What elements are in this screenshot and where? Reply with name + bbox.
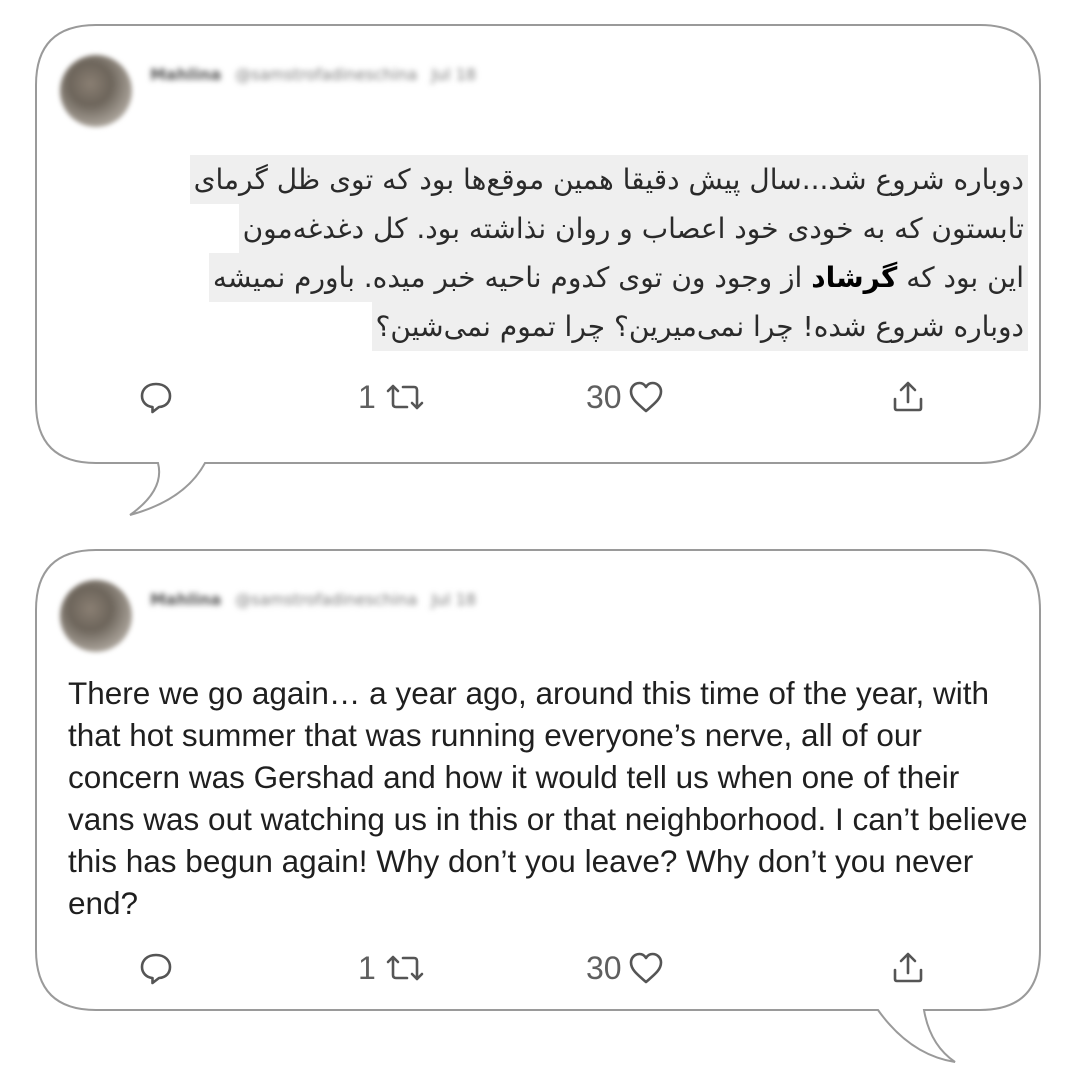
reply-button[interactable] — [136, 946, 176, 990]
retweet-count: 1 — [358, 378, 376, 415]
like-button[interactable]: 30 — [586, 375, 666, 419]
tweet-time: Jul 18 — [431, 590, 477, 609]
heart-icon — [629, 381, 662, 413]
like-count: 30 — [586, 949, 622, 986]
tweet-header: Mahlina @samstrofadineschina Jul 18 — [150, 590, 476, 609]
retweet-count: 1 — [358, 949, 376, 986]
author-handle: @samstrofadineschina — [235, 590, 418, 609]
gershad-keyword: گرشاد — [811, 261, 898, 294]
author-name: Mahlina — [150, 590, 222, 609]
share-icon — [893, 952, 923, 983]
reply-button[interactable] — [136, 375, 176, 419]
tweet-text-line: دوباره شروع شده! چرا نمی‌میرین؟ چرا تموم… — [371, 302, 1028, 351]
tweet-text: There we go again… a year ago, around th… — [68, 675, 1028, 921]
tweet-time: Jul 18 — [431, 65, 477, 84]
retweet-icon — [386, 384, 424, 410]
share-button[interactable] — [888, 946, 928, 990]
tweet-text: دوباره شروع شد...سال پیش دقیقا همین موقع… — [48, 155, 1028, 351]
speech-bubble-canvas: Mahlina @samstrofadineschina Jul 18 دوبا… — [0, 0, 1080, 1080]
tweet-actions: 1 30 — [40, 946, 1040, 990]
tweet-text-line: این بود که گرشاد از وجود ون توی کدوم ناح… — [208, 253, 1028, 302]
tweet-text-segment: از وجود ون توی کدوم ناحیه خبر میده. باور… — [212, 261, 812, 294]
tweet-card-persian: Mahlina @samstrofadineschina Jul 18 دوبا… — [40, 25, 1040, 463]
retweet-icon — [386, 955, 424, 981]
tweet-text-line: دوباره شروع شد...سال پیش دقیقا همین موقع… — [189, 155, 1028, 204]
avatar — [60, 580, 132, 652]
reply-icon — [140, 382, 172, 414]
author-handle: @samstrofadineschina — [235, 65, 418, 84]
tweet-card-english: Mahlina @samstrofadineschina Jul 18 Ther… — [40, 550, 1040, 1010]
reply-icon — [140, 953, 172, 985]
tweet-text-segment: این بود که — [897, 261, 1024, 294]
author-name: Mahlina — [150, 65, 222, 84]
retweet-button[interactable]: 1 — [358, 375, 430, 419]
like-button[interactable]: 30 — [586, 946, 666, 990]
heart-icon — [629, 952, 662, 984]
tweet-header: Mahlina @samstrofadineschina Jul 18 — [150, 65, 476, 84]
avatar — [60, 55, 132, 127]
retweet-button[interactable]: 1 — [358, 946, 430, 990]
tweet-text-line: تابستون که به خودی خود اعصاب و روان نذاش… — [238, 204, 1028, 253]
share-button[interactable] — [888, 375, 928, 419]
share-icon — [893, 381, 923, 412]
like-count: 30 — [586, 378, 622, 415]
tweet-actions: 1 30 — [40, 375, 1040, 419]
